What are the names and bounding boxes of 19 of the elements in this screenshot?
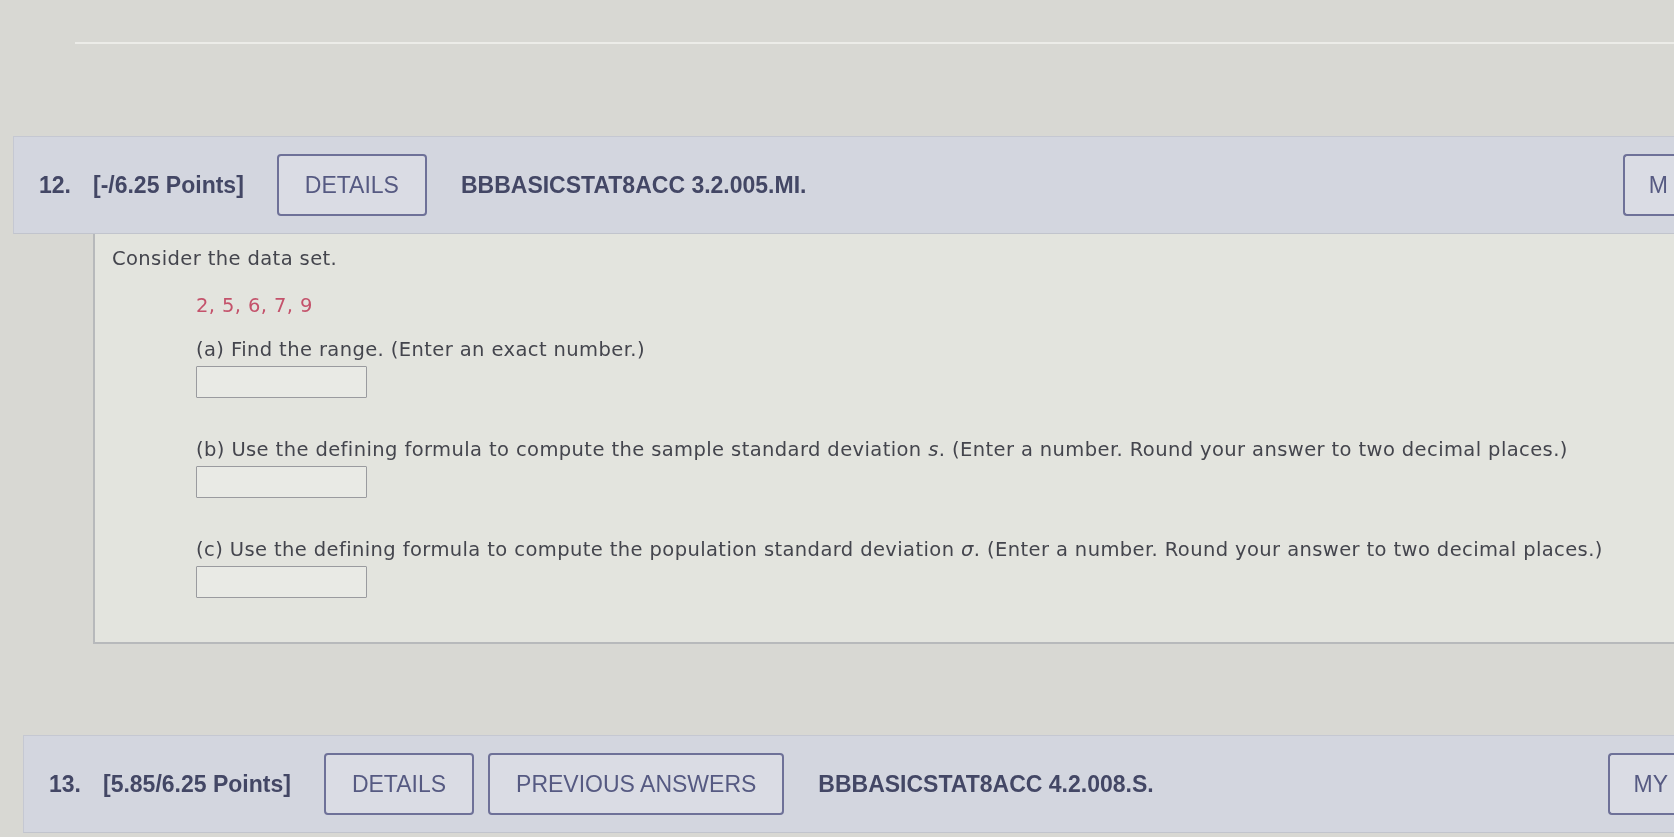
question-button[interactable]: MY bbox=[1607, 753, 1674, 815]
points-label: [-/6.25 Points] bbox=[93, 171, 244, 199]
question-number: 12. bbox=[39, 171, 71, 199]
part-prompt: (a) Find the range. (Enter an exact number.) bbox=[196, 338, 645, 362]
question-code: BBBASICSTAT8ACC 3.2.005.MI. bbox=[460, 171, 807, 199]
answer-box[interactable] bbox=[196, 366, 367, 398]
question-number: 13. bbox=[49, 770, 81, 798]
question-button[interactable]: M bbox=[1622, 154, 1674, 216]
part-prompt: (b) Use the defining formula to compute the sample standard deviation s. (Enter a number. Round your answer to two decimal places.) bbox=[196, 438, 1568, 462]
question-code: BBBASICSTAT8ACC 4.2.008.S. bbox=[818, 770, 1154, 798]
answer-box[interactable] bbox=[196, 566, 367, 598]
part-prompt: (c) Use the defining formula to compute the population standard deviation σ. (Enter a number. Round your answer to two decimal places.) bbox=[196, 538, 1603, 562]
question-button[interactable]: PREVIOUS ANSWERS bbox=[488, 753, 785, 815]
data-values: 2, 5, 6, 7, 9 bbox=[196, 294, 313, 318]
question-button[interactable]: DETAILS bbox=[323, 753, 475, 815]
question-button[interactable]: DETAILS bbox=[276, 154, 427, 216]
answer-box[interactable] bbox=[196, 466, 367, 498]
points-label: [5.85/6.25 Points] bbox=[103, 770, 291, 798]
question-intro: Consider the data set. bbox=[112, 247, 338, 271]
